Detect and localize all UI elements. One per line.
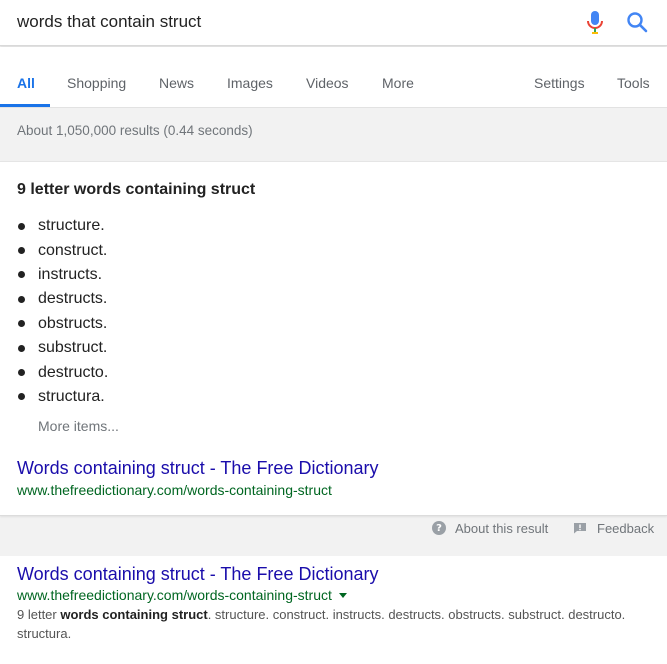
list-item: destructo. xyxy=(18,360,108,384)
mic-icon[interactable] xyxy=(585,9,605,35)
result-url[interactable]: www.thefreedictionary.com/words-containi… xyxy=(17,587,347,603)
more-items-link[interactable]: More items... xyxy=(38,418,119,434)
bullet-icon xyxy=(18,295,25,303)
list-item: structura. xyxy=(18,385,108,409)
search-result: Words containing struct - The Free Dicti… xyxy=(0,556,667,664)
bullet-icon xyxy=(18,369,25,377)
tab-all[interactable]: All xyxy=(17,75,35,91)
bullet-icon xyxy=(18,271,25,279)
help-icon: ? xyxy=(432,521,446,535)
list-item-text: instructs. xyxy=(38,265,103,283)
tab-videos[interactable]: Videos xyxy=(306,75,349,91)
active-tab-indicator xyxy=(0,104,50,107)
result-url-text: www.thefreedictionary.com/words-containi… xyxy=(17,587,332,603)
list-item-text: construct. xyxy=(38,241,108,259)
list-item-text: structura. xyxy=(38,387,105,405)
list-item: substruct. xyxy=(18,336,108,360)
list-item-text: destructs. xyxy=(38,290,108,308)
about-this-result-label: About this result xyxy=(455,520,549,536)
list-item: structure. xyxy=(18,214,108,238)
search-tabs: All Shopping News Images Videos More Set… xyxy=(0,47,667,108)
tab-more[interactable]: More xyxy=(382,75,414,91)
about-this-result-link[interactable]: ? About this result xyxy=(432,519,548,537)
dropdown-arrow-icon[interactable] xyxy=(338,592,347,598)
list-item: construct. xyxy=(18,238,108,262)
snippet-heading: 9 letter words containing struct xyxy=(17,181,256,198)
bullet-icon xyxy=(18,344,25,352)
snippet-prefix: 9 letter xyxy=(17,607,61,622)
bullet-icon xyxy=(18,247,25,255)
snippet-result-title-link[interactable]: Words containing struct - The Free Dicti… xyxy=(17,458,378,479)
featured-snippet: 9 letter words containing struct structu… xyxy=(0,161,667,516)
list-item: destructs. xyxy=(18,287,108,311)
feedback-link[interactable]: Feedback xyxy=(573,519,654,537)
snippet-result-url[interactable]: www.thefreedictionary.com/words-containi… xyxy=(17,482,332,498)
tab-shopping[interactable]: Shopping xyxy=(67,75,126,91)
snippet-highlight: words containing struct xyxy=(60,607,208,622)
word-list: structure. construct. instructs. destruc… xyxy=(18,214,108,409)
tab-tools[interactable]: Tools xyxy=(617,75,650,91)
list-item-text: obstructs. xyxy=(38,314,108,332)
list-item: obstructs. xyxy=(18,312,108,336)
search-bar[interactable]: words that contain struct xyxy=(0,0,667,46)
result-snippet: 9 letter words containing struct. struct… xyxy=(17,605,647,643)
list-item-text: substruct. xyxy=(38,339,108,357)
bullet-icon xyxy=(18,320,25,328)
list-item-text: structure. xyxy=(38,217,105,235)
feedback-icon xyxy=(574,523,586,534)
tab-images[interactable]: Images xyxy=(227,75,273,91)
bullet-icon xyxy=(18,222,25,230)
tab-news[interactable]: News xyxy=(159,75,194,91)
bullet-icon xyxy=(18,393,25,401)
search-icon[interactable] xyxy=(626,11,648,33)
feedback-label: Feedback xyxy=(597,520,655,536)
list-item-text: destructo. xyxy=(38,363,109,381)
search-input[interactable]: words that contain struct xyxy=(17,12,201,32)
result-title-link[interactable]: Words containing struct - The Free Dicti… xyxy=(17,564,378,585)
tab-settings[interactable]: Settings xyxy=(534,75,585,91)
list-item: instructs. xyxy=(18,263,108,287)
result-stats: About 1,050,000 results (0.44 seconds) xyxy=(17,123,253,138)
